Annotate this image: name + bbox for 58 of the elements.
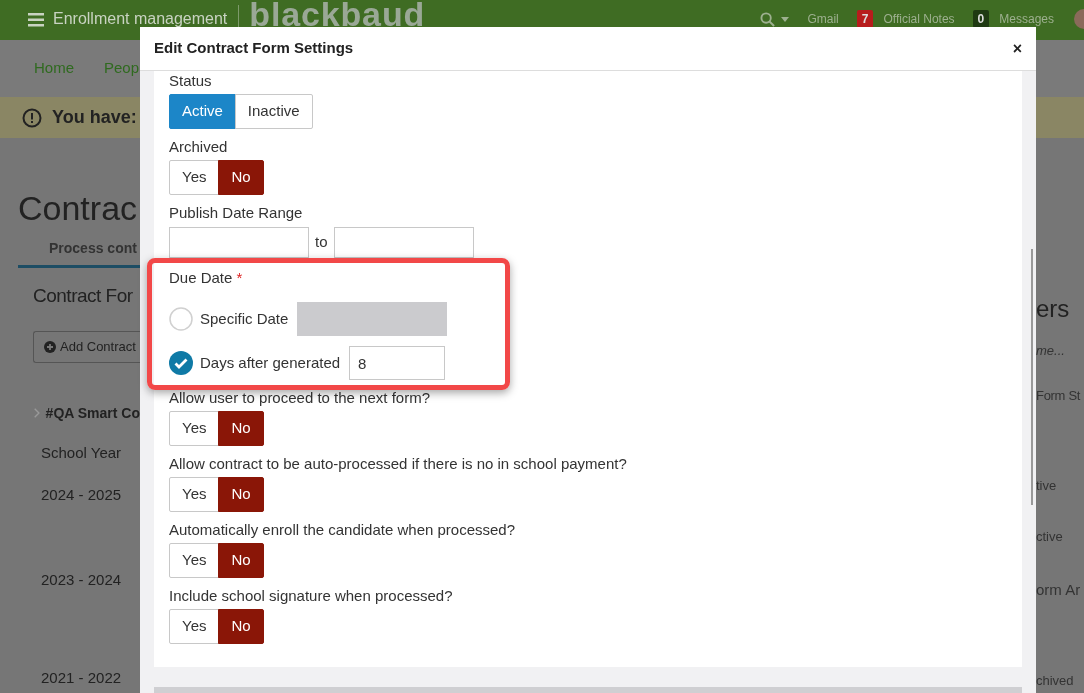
field-label: Allow user to proceed to the next form? bbox=[169, 388, 431, 408]
status-cell-text: tive bbox=[1036, 476, 1058, 495]
field-label: Due Date bbox=[169, 268, 233, 288]
radio-label: Days after generated bbox=[200, 352, 341, 373]
column-header: School Year bbox=[41, 442, 123, 463]
panel-title: Contract For bbox=[32, 284, 134, 308]
column-header: orm Ar bbox=[1036, 579, 1082, 600]
alert-icon bbox=[22, 107, 42, 128]
modal-title: Edit Contract Form Settings bbox=[154, 38, 354, 59]
radio-icon[interactable] bbox=[169, 307, 193, 331]
checked-radio-icon[interactable] bbox=[169, 351, 193, 375]
toggle-option[interactable]: No bbox=[218, 543, 264, 578]
alert-text: You have: bbox=[52, 106, 137, 129]
scrollbar[interactable] bbox=[1031, 249, 1033, 505]
toggle-option[interactable]: Yes bbox=[169, 543, 220, 578]
close-button[interactable]: × bbox=[1012, 36, 1022, 61]
year-cell-text: 2024 - 2025 bbox=[41, 485, 123, 505]
page-title: Contrac bbox=[18, 188, 139, 228]
field-label: Publish Date Range bbox=[169, 203, 304, 223]
chevron-right-icon[interactable] bbox=[34, 406, 40, 420]
days-field[interactable]: 8 bbox=[349, 346, 446, 380]
field-label: Include school signature when processed? bbox=[169, 586, 454, 606]
field-label: Allow contract to be auto-processed if there is no in school payment? bbox=[169, 454, 628, 474]
toggle-option[interactable]: Inactive bbox=[234, 94, 313, 129]
toggle-option[interactable]: Yes bbox=[169, 160, 220, 195]
column-header: Form St bbox=[1036, 387, 1082, 405]
menu-icon[interactable] bbox=[28, 13, 44, 27]
end-date-field[interactable] bbox=[333, 227, 474, 258]
toggle-option[interactable]: No bbox=[218, 411, 264, 446]
toggle-option[interactable]: Yes bbox=[169, 477, 220, 512]
search-icon[interactable] bbox=[760, 11, 776, 27]
toggle-option[interactable]: No bbox=[218, 609, 264, 644]
start-date-field[interactable] bbox=[169, 227, 309, 258]
toggle-option[interactable]: No bbox=[218, 160, 264, 195]
toggle-option[interactable]: No bbox=[218, 477, 264, 512]
radio-label: Specific Date bbox=[200, 308, 289, 329]
year-cell-text: 2021 - 2022 bbox=[41, 668, 123, 688]
caret-icon[interactable] bbox=[781, 16, 790, 22]
count-badge: 0 bbox=[972, 10, 990, 28]
field-label: Automatically enroll the candidate when processed? bbox=[169, 520, 517, 540]
required-mark: * bbox=[236, 268, 243, 288]
search-field[interactable]: me... bbox=[1036, 338, 1084, 362]
logo: blackbaud bbox=[249, 0, 426, 31]
count-badge: 7 bbox=[856, 10, 874, 28]
range-separator: to bbox=[315, 232, 328, 253]
plus-icon bbox=[44, 340, 56, 353]
add-contract-button[interactable]: Add Contract bbox=[33, 330, 140, 363]
toggle-option[interactable]: Yes bbox=[169, 411, 220, 446]
toggle-option[interactable]: Yes bbox=[169, 609, 220, 644]
status-cell-text: chived bbox=[1036, 672, 1075, 690]
year-cell-text: 2023 - 2024 bbox=[41, 569, 123, 590]
group-title[interactable]: #QA Smart Co bbox=[45, 402, 140, 424]
field-label: Status bbox=[169, 71, 213, 91]
panel-title: ers bbox=[1036, 294, 1071, 324]
app-title[interactable]: Enrollment management bbox=[53, 7, 228, 31]
status-cell-text: ctive bbox=[1036, 528, 1064, 546]
field-label: Archived bbox=[169, 137, 229, 157]
toggle-option[interactable]: Active bbox=[169, 94, 236, 129]
